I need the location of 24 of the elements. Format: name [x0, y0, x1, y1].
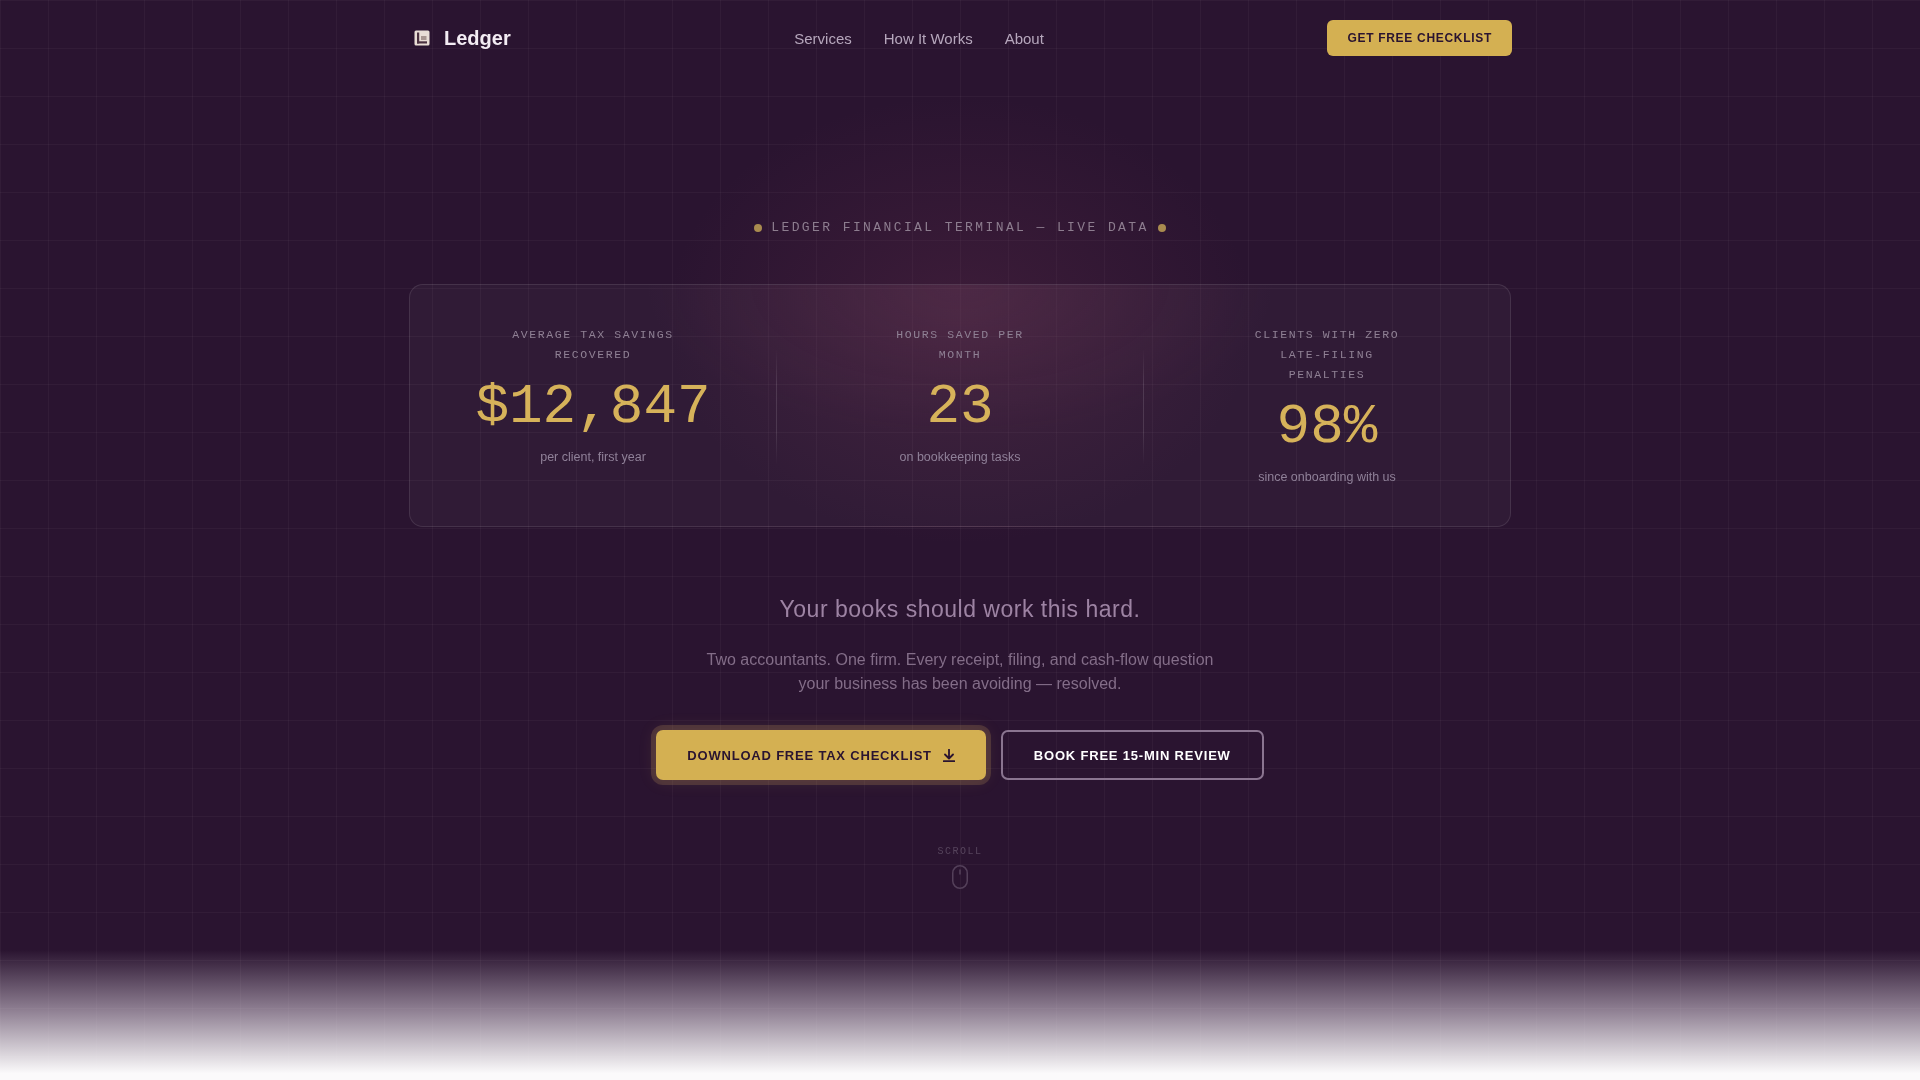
stat-label: CLIENTS WITH ZERO LATE-FILING PENALTIES	[1253, 327, 1401, 383]
headline: Your books should work this hard.	[779, 595, 1141, 623]
dot-icon	[1157, 224, 1166, 232]
logo-icon	[414, 30, 430, 46]
checklist-button[interactable]: GET FREE CHECKLIST	[1327, 20, 1512, 56]
nav-link[interactable]: Services	[794, 29, 852, 47]
stat-value: 23	[926, 375, 994, 439]
stat-value: 98%	[1276, 395, 1378, 459]
dot-icon	[754, 224, 763, 232]
stat-note: on bookkeeping tasks	[899, 449, 1021, 466]
stat-note: since onboarding with us	[1258, 469, 1396, 486]
book-review-button[interactable]: BOOK FREE 15-MIN REVIEW	[1000, 730, 1264, 780]
stat-value: $12,847	[475, 375, 711, 439]
download-icon	[942, 748, 955, 762]
stat-note: per client, first year	[540, 449, 646, 466]
intro-paragraph: Two accountants. One firm. Every receipt, filing, and cash-flow question your business has been avoiding — resolved.	[705, 650, 1215, 694]
eyebrow-text: LEDGER FINANCIAL TERMINAL — LIVE DATA	[771, 220, 1149, 236]
download-checklist-button[interactable]: DOWNLOAD FREE TAX CHECKLIST	[656, 730, 986, 780]
nav-link[interactable]: About	[1004, 29, 1044, 47]
stat-label: AVERAGE TAX SAVINGS RECOVERED	[511, 327, 675, 363]
nav-link[interactable]: How It Works	[883, 29, 973, 47]
brand-name[interactable]: Ledger	[444, 26, 511, 50]
mouse-icon	[952, 865, 968, 889]
stat-label: HOURS SAVED PER MONTH	[895, 327, 1025, 363]
